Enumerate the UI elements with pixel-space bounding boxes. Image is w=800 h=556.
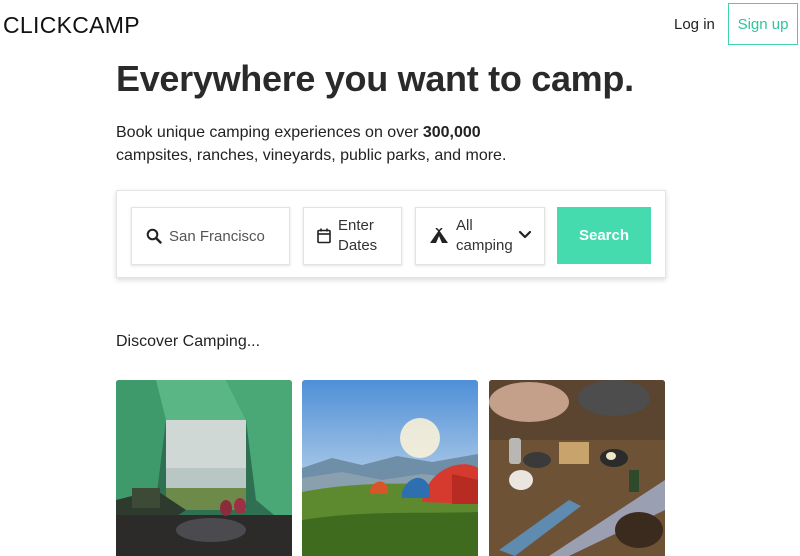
- location-field[interactable]: [131, 207, 290, 265]
- discover-heading: Discover Camping...: [116, 333, 261, 350]
- camping-card-tent-interior[interactable]: [116, 380, 292, 556]
- camping-type-select[interactable]: All camping: [415, 207, 545, 265]
- search-icon: [145, 228, 163, 244]
- tent-interior-photo: [116, 380, 292, 556]
- search-button[interactable]: Search: [557, 207, 651, 264]
- signup-button[interactable]: Sign up: [728, 3, 798, 45]
- location-input[interactable]: [169, 227, 287, 245]
- dates-label: Enter Dates: [338, 217, 378, 254]
- subtext-count: 300,000: [422, 124, 481, 141]
- calendar-icon: [316, 228, 332, 244]
- campers-cooking-photo: [489, 380, 665, 556]
- hero-headline: Everywhere you want to camp.: [116, 58, 634, 99]
- search-panel: Enter Dates All camping Search: [116, 190, 666, 278]
- logo[interactable]: CLICKCAMP: [3, 12, 140, 39]
- subtext-prefix: Book unique camping experiences on over: [116, 124, 423, 141]
- subtext-suffix: campsites, ranches, vineyards, public pa…: [116, 147, 507, 164]
- camping-type-label: All camping: [456, 217, 513, 254]
- camping-card-hilltop-tents[interactable]: [302, 380, 478, 556]
- hero-subtext: Book unique camping experiences on over …: [116, 121, 536, 167]
- hilltop-tents-photo: [302, 380, 478, 556]
- dates-field[interactable]: Enter Dates: [303, 207, 402, 265]
- tent-icon: [428, 228, 450, 244]
- login-link[interactable]: Log in: [674, 16, 715, 33]
- chevron-down-icon[interactable]: [518, 227, 534, 245]
- camping-card-campers-cooking[interactable]: [489, 380, 665, 556]
